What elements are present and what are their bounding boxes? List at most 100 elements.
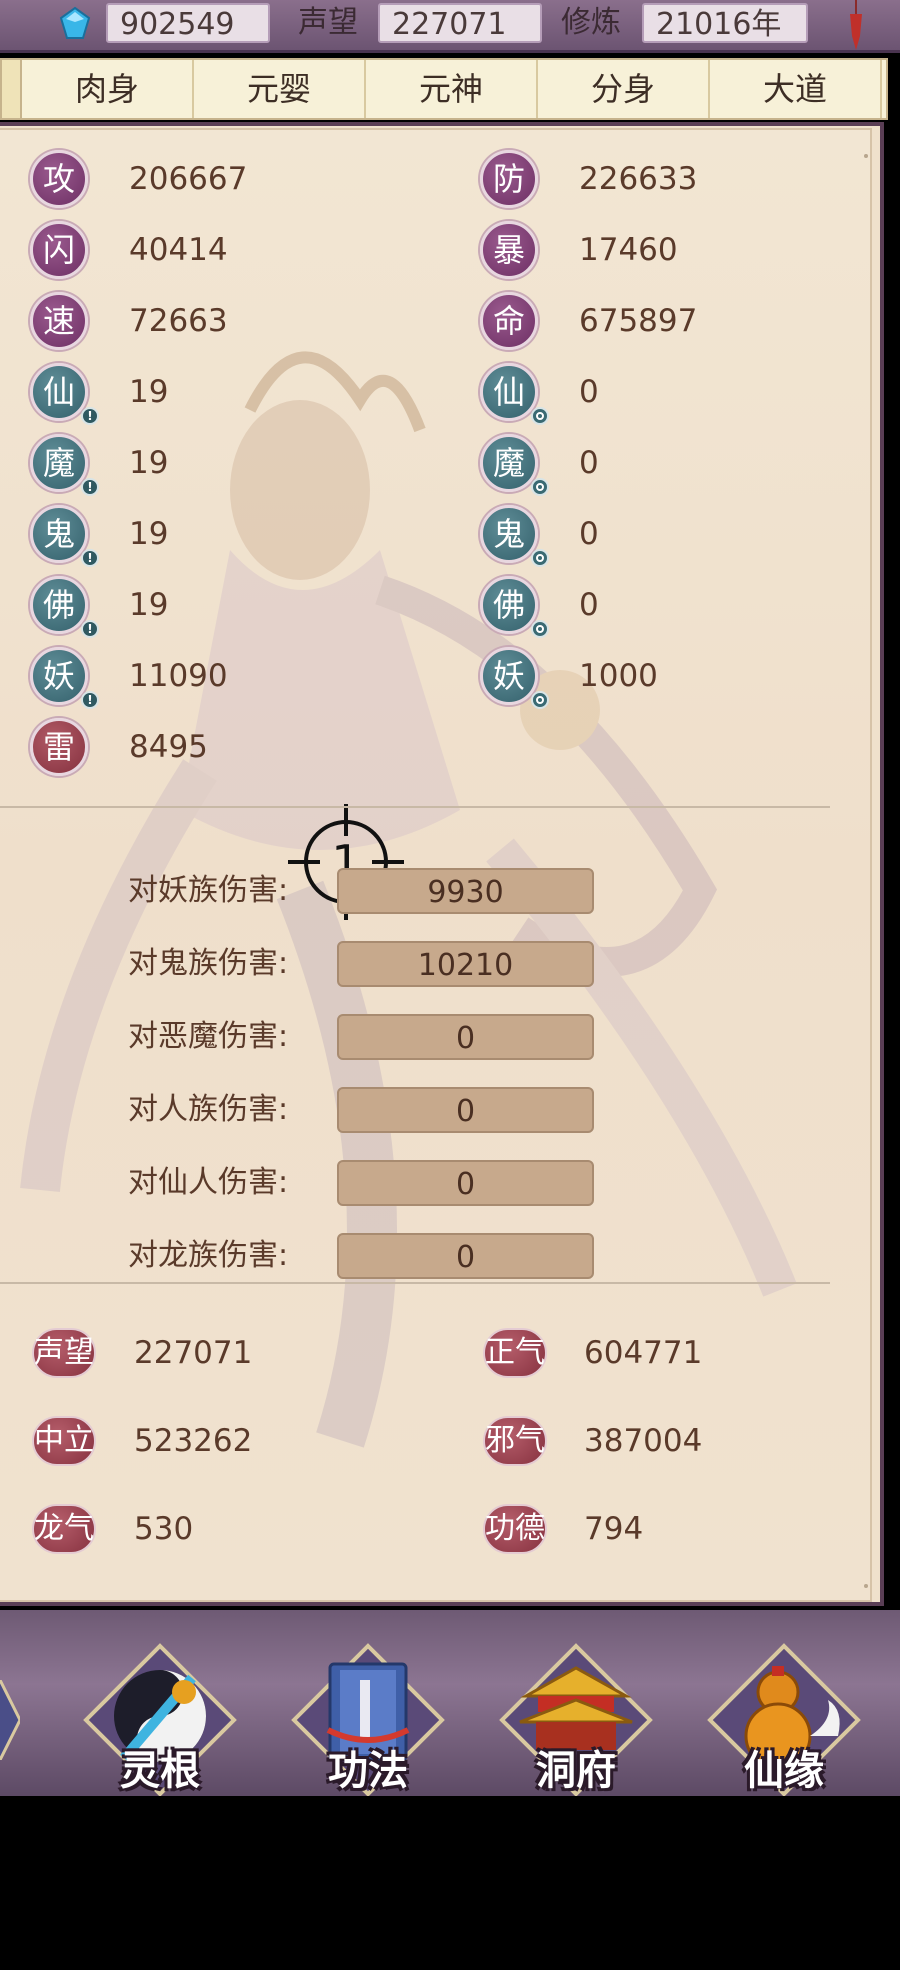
merit-value: 794: [584, 1511, 644, 1547]
tab-clone[interactable]: 分身: [538, 60, 710, 118]
cave-dwelling-button[interactable]: 洞府: [496, 1640, 656, 1800]
section-divider: [0, 1282, 830, 1284]
exclamation-badge-icon: !: [81, 620, 99, 638]
attack-icon[interactable]: 攻: [30, 150, 88, 208]
neutral-value: 523262: [134, 1423, 253, 1459]
damage-label-human: 对人族伤害:: [128, 1092, 289, 1127]
ring-badge-icon: [531, 407, 549, 425]
buddha-attack-icon[interactable]: 佛: [30, 576, 88, 634]
thunder-icon[interactable]: 雷: [30, 718, 88, 776]
damage-label-ghost: 对鬼族伤害:: [128, 946, 289, 981]
attribute-panel: 攻 206667 闪 40414 速 72663 仙 ! 19 魔 ! 19 鬼…: [0, 122, 884, 1606]
attribute-panel-inner[interactable]: 攻 206667 闪 40414 速 72663 仙 ! 19 魔 ! 19 鬼…: [0, 128, 872, 1602]
dodge-icon[interactable]: 闪: [30, 221, 88, 279]
damage-label-dragon: 对龙族伤害:: [128, 1238, 289, 1273]
ghost-attack-value: 19: [129, 516, 169, 552]
tab-scroll-stub[interactable]: [2, 60, 22, 118]
technique-label: 功法: [328, 1748, 408, 1794]
buddha-resist-icon[interactable]: 佛: [480, 576, 538, 634]
immortal-fate-button[interactable]: 仙缘: [704, 1640, 864, 1800]
lantern-icon: [850, 0, 862, 50]
merit-icon[interactable]: 功德: [483, 1504, 547, 1554]
ring-badge-icon: [531, 620, 549, 638]
hp-value: 675897: [579, 303, 698, 339]
thunder-value: 8495: [129, 729, 208, 765]
demon-attack-icon[interactable]: 魔: [30, 434, 88, 492]
buddha-attack-value: 19: [129, 587, 169, 623]
damage-value-monster: 9930: [337, 868, 594, 914]
righteous-value: 604771: [584, 1335, 703, 1371]
ghost-resist-icon[interactable]: 鬼: [480, 505, 538, 563]
monster-resist-value: 1000: [579, 658, 658, 694]
exclamation-badge-icon: !: [81, 407, 99, 425]
ring-badge-icon: [531, 549, 549, 567]
immortal-resist-icon[interactable]: 仙: [480, 363, 538, 421]
defense-value: 226633: [579, 161, 698, 197]
crit-icon[interactable]: 暴: [480, 221, 538, 279]
buddha-resist-value: 0: [579, 587, 599, 623]
prev-menu-arrow-icon[interactable]: [0, 1680, 20, 1760]
corner-pin: [864, 1584, 868, 1588]
spirit-gem-icon: [59, 6, 91, 39]
dodge-value: 40414: [129, 232, 228, 268]
tab-primordial-spirit[interactable]: 元神: [366, 60, 538, 118]
neutral-icon[interactable]: 中立: [32, 1416, 96, 1466]
spirit-root-button[interactable]: 灵根: [80, 1640, 240, 1800]
damage-value-dragon: 0: [337, 1233, 594, 1279]
attack-value: 206667: [129, 161, 248, 197]
damage-value-demon: 0: [337, 1014, 594, 1060]
immortal-attack-icon[interactable]: 仙: [30, 363, 88, 421]
attribute-tabs: 肉身 元婴 元神 分身 大道: [0, 58, 888, 120]
ghost-resist-value: 0: [579, 516, 599, 552]
damage-value-human: 0: [337, 1087, 594, 1133]
ring-badge-icon: [531, 478, 549, 496]
exclamation-badge-icon: !: [81, 478, 99, 496]
currency-bar: 902549 声望 227071 修炼 21016年: [0, 0, 900, 53]
dragon-qi-value: 530: [134, 1511, 194, 1547]
evil-value: 387004: [584, 1423, 703, 1459]
hp-icon[interactable]: 命: [480, 292, 538, 350]
righteous-icon[interactable]: 正气: [483, 1328, 547, 1378]
cave-dwelling-label: 洞府: [536, 1748, 616, 1794]
cultivation-value: 21016年: [642, 3, 808, 43]
ring-badge-icon: [531, 691, 549, 709]
monster-attack-value: 11090: [129, 658, 228, 694]
spirit-root-label: 灵根: [120, 1748, 200, 1794]
immortal-fate-label: 仙缘: [744, 1748, 824, 1794]
spirit-stone-value: 902549: [106, 3, 270, 43]
letterbox-area: [0, 1796, 900, 1970]
dragon-qi-icon[interactable]: 龙气: [32, 1504, 96, 1554]
speed-icon[interactable]: 速: [30, 292, 88, 350]
cultivation-label: 修炼: [561, 5, 621, 40]
demon-attack-value: 19: [129, 445, 169, 481]
exclamation-badge-icon: !: [81, 691, 99, 709]
tab-body[interactable]: 肉身: [22, 60, 194, 118]
damage-label-immortal: 对仙人伤害:: [128, 1165, 289, 1200]
speed-value: 72663: [129, 303, 228, 339]
damage-label-demon: 对恶魔伤害:: [128, 1019, 289, 1054]
exclamation-badge-icon: !: [81, 549, 99, 567]
demon-resist-icon[interactable]: 魔: [480, 434, 538, 492]
bottom-menu: 灵根 功法 洞府 仙缘: [0, 1610, 900, 1797]
reputation-icon[interactable]: 声望: [32, 1328, 96, 1378]
immortal-attack-value: 19: [129, 374, 169, 410]
section-divider: [0, 806, 830, 808]
tab-nascent-soul[interactable]: 元婴: [194, 60, 366, 118]
reputation-value: 227071: [378, 3, 542, 43]
damage-value-ghost: 10210: [337, 941, 594, 987]
reputation-label: 声望: [298, 5, 358, 40]
corner-pin: [864, 154, 868, 158]
demon-resist-value: 0: [579, 445, 599, 481]
immortal-resist-value: 0: [579, 374, 599, 410]
damage-value-immortal: 0: [337, 1160, 594, 1206]
technique-button[interactable]: 功法: [288, 1640, 448, 1800]
tab-great-dao[interactable]: 大道: [710, 60, 882, 118]
defense-icon[interactable]: 防: [480, 150, 538, 208]
crit-value: 17460: [579, 232, 678, 268]
reputation-stat-value: 227071: [134, 1335, 253, 1371]
ghost-attack-icon[interactable]: 鬼: [30, 505, 88, 563]
damage-label-monster: 对妖族伤害:: [128, 873, 289, 908]
monster-attack-icon[interactable]: 妖: [30, 647, 88, 705]
evil-icon[interactable]: 邪气: [483, 1416, 547, 1466]
monster-resist-icon[interactable]: 妖: [480, 647, 538, 705]
